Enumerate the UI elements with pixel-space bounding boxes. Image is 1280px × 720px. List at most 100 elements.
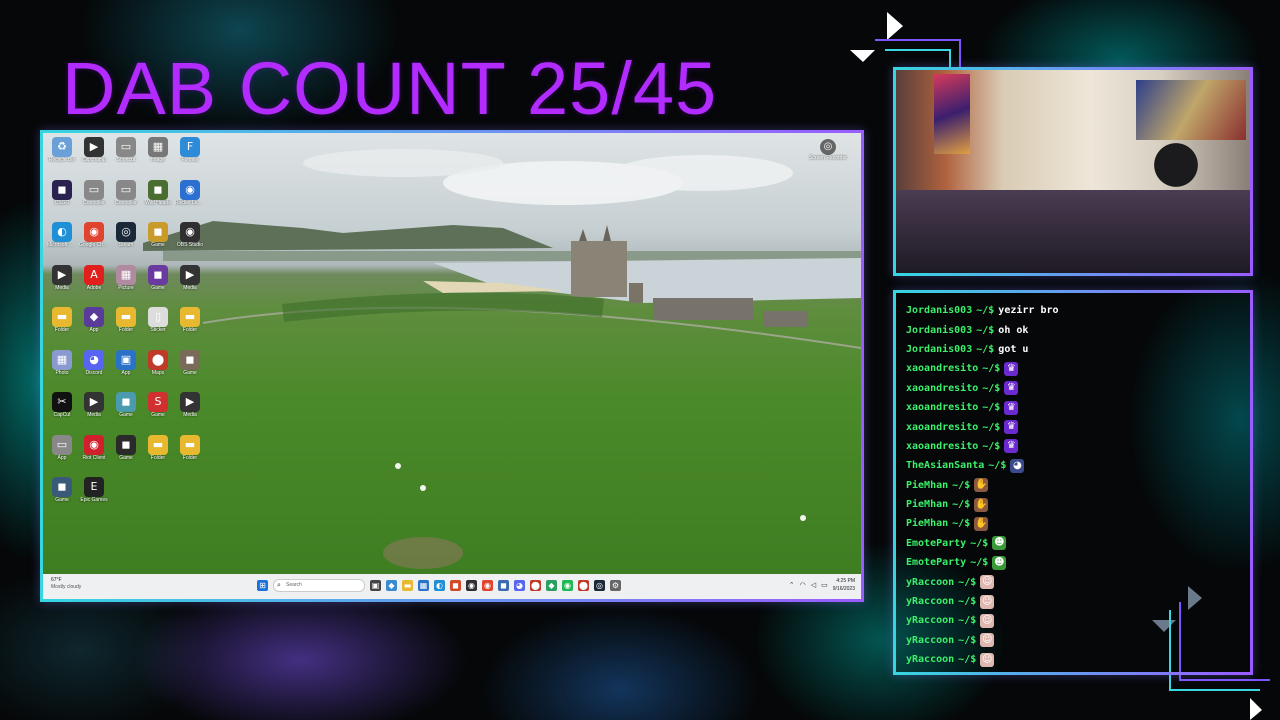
desktop-shortcut[interactable]: ♻ Recycle Bin <box>47 137 77 163</box>
store-icon[interactable]: ▦ <box>418 580 429 591</box>
shortcut-label: Media <box>183 412 197 418</box>
chat-username[interactable]: xaoandresito <box>906 383 978 394</box>
desktop-shortcut[interactable]: ▬ Folder <box>111 307 141 333</box>
chrome-icon[interactable]: ◉ <box>482 580 493 591</box>
chat-message: xaoandresito ~/$ ♛ <box>906 417 1236 436</box>
steam-icon[interactable]: ◎ <box>594 580 605 591</box>
chat-username[interactable]: xaoandresito <box>906 363 978 374</box>
desktop-icon-grid: ♻ Recycle Bin ▶ Clipchamp ▭ Shortcut ▦ Image F Fo… <box>47 137 207 567</box>
maps-icon[interactable]: ⬤ <box>578 580 589 591</box>
desktop-shortcut[interactable]: ◆ App <box>79 307 109 333</box>
desktop-shortcut[interactable]: ▬ Folder <box>47 307 77 333</box>
taskbar-search-box[interactable]: ⌕ Search <box>273 579 365 592</box>
desktop-shortcut[interactable]: ▭ Controller <box>79 179 109 206</box>
chat-username[interactable]: PieMhan <box>906 518 948 529</box>
file-explorer-icon[interactable]: ▬ <box>402 580 413 591</box>
windows-start-icon[interactable]: ⊞ <box>257 580 268 591</box>
desktop-shortcut[interactable]: ◼ Game <box>175 349 205 376</box>
chat-prompt: ~/$ <box>982 363 1001 375</box>
chat-message: yRaccoon ~/$ ☺ <box>906 631 1236 650</box>
desktop-shortcut[interactable]: ▬ Folder <box>175 307 205 333</box>
chat-prompt: ~/$ <box>970 557 989 569</box>
desktop-shortcut[interactable]: ◉Google Chrome <box>79 222 109 248</box>
desktop-shortcut[interactable]: ▶ Media <box>79 392 109 418</box>
desktop-shortcut[interactable]: ▣ App <box>111 349 141 376</box>
shortcut-label: Media <box>55 284 69 291</box>
chat-username[interactable]: yRaccoon <box>906 596 954 607</box>
desktop-shortcut[interactable]: ◉ OBS Studio <box>175 222 205 248</box>
desktop-shortcut[interactable]: ◼ Wild Hearts <box>143 179 173 206</box>
desktop-shortcut[interactable]: ◼ Game <box>111 392 141 418</box>
screen-recorder-shortcut[interactable]: ◎ Screen Recorder <box>805 139 851 161</box>
app-icon[interactable]: ◼ <box>498 580 509 591</box>
chat-username[interactable]: xaoandresito <box>906 422 978 433</box>
chat-username[interactable]: PieMhan <box>906 499 948 510</box>
desktop-shortcut[interactable]: F Fortnite <box>175 137 205 163</box>
chevron-up-icon[interactable]: ⌃ <box>789 581 795 589</box>
desktop-shortcut[interactable]: ◼ Game <box>143 222 173 248</box>
shortcut-label: Google Chrome <box>79 242 109 248</box>
chat-username[interactable]: TheAsianSanta <box>906 460 984 471</box>
image-icon: ▦ <box>52 349 72 370</box>
volume-icon[interactable]: ◁ <box>811 581 816 589</box>
desktop-shortcut[interactable]: ◎ Steam <box>111 222 141 248</box>
discord-icon[interactable]: ◕ <box>514 580 525 591</box>
obs-icon[interactable]: ◉ <box>466 580 477 591</box>
chat-username[interactable]: yRaccoon <box>906 615 954 626</box>
battery-icon[interactable]: ▭ <box>821 581 828 589</box>
desktop-shortcut[interactable]: ◼ CSGO <box>47 179 77 206</box>
desktop-shortcut[interactable]: ▶ Media <box>47 264 77 291</box>
chat-panel: Jordanis003 ~/$ yezirr bro Jordanis003 ~/$ oh… <box>893 290 1253 675</box>
app-icon[interactable]: ◼ <box>450 580 461 591</box>
desktop-shortcut[interactable]: ⬤ Maps <box>143 349 173 376</box>
edge-icon[interactable]: ◐ <box>434 580 445 591</box>
desktop-shortcut[interactable]: ▶ Media <box>175 392 205 418</box>
image-icon: ▦ <box>116 264 136 285</box>
chat-username[interactable]: yRaccoon <box>906 654 954 665</box>
desktop-shortcut[interactable]: ◼ Game <box>47 477 77 503</box>
settings-icon[interactable]: ⚙ <box>610 580 621 591</box>
desktop-shortcut[interactable]: ▬ Folder <box>143 434 173 461</box>
app-icon[interactable]: ◆ <box>546 580 557 591</box>
chat-username[interactable]: yRaccoon <box>906 635 954 646</box>
desktop-shortcut[interactable]: ▦ Image <box>143 137 173 163</box>
spotify-icon[interactable]: ◉ <box>562 580 573 591</box>
chat-username[interactable]: xaoandresito <box>906 441 978 452</box>
desktop-shortcut[interactable]: ▭ Shortcut <box>111 137 141 163</box>
weather-widget[interactable]: 67°F Mostly cloudy <box>51 577 111 591</box>
chat-text: yezirr bro <box>998 305 1059 317</box>
desktop-shortcut[interactable]: ◼ Game <box>111 434 141 461</box>
desktop-shortcut[interactable]: ▭ Controller <box>111 179 141 206</box>
desktop-shortcut[interactable]: ▬ Folder <box>175 434 205 461</box>
chat-username[interactable]: EmoteParty <box>906 557 966 568</box>
maps-icon[interactable]: ⬤ <box>530 580 541 591</box>
desktop-shortcut[interactable]: ◉ Riot Client <box>79 434 109 461</box>
desktop-shortcut[interactable]: ◕ Discord <box>79 349 109 376</box>
wifi-icon[interactable]: ◠ <box>800 581 806 589</box>
desktop-shortcut[interactable]: ◉Rocket League <box>175 179 205 206</box>
desktop-shortcut[interactable]: ▦ Photo <box>47 349 77 376</box>
desktop-shortcut[interactable]: ◼ Game <box>143 264 173 291</box>
taskbar-clock[interactable]: 4:25 PM 9/16/2023 <box>833 577 855 593</box>
desktop-shortcut[interactable]: ▭ App <box>47 434 77 461</box>
task-view-icon[interactable]: ▣ <box>370 580 381 591</box>
chat-username[interactable]: Jordanis003 <box>906 344 972 355</box>
desktop-shortcut[interactable]: A Adobe <box>79 264 109 291</box>
chat-username[interactable]: Jordanis003 <box>906 325 972 336</box>
desktop-shortcut[interactable]: ◐Microsoft Edge <box>47 222 77 248</box>
chat-username[interactable]: Jordanis003 <box>906 305 972 316</box>
desktop-shortcut[interactable]: ✂ CapCut <box>47 392 77 418</box>
chat-username[interactable]: EmoteParty <box>906 538 966 549</box>
desktop-shortcut[interactable]: ▯ Sticker <box>143 307 173 333</box>
desktop-shortcut[interactable]: ▶ Clipchamp <box>79 137 109 163</box>
desktop-shortcut[interactable]: ▦ Picture <box>111 264 141 291</box>
folder-icon: ▬ <box>52 307 72 327</box>
copilot-icon[interactable]: ◆ <box>386 580 397 591</box>
image-icon: ▦ <box>148 137 168 157</box>
chat-username[interactable]: PieMhan <box>906 480 948 491</box>
chat-username[interactable]: xaoandresito <box>906 402 978 413</box>
chat-username[interactable]: yRaccoon <box>906 577 954 588</box>
desktop-shortcut[interactable]: ▶ Media <box>175 264 205 291</box>
desktop-shortcut[interactable]: E Epic Games <box>79 477 109 503</box>
desktop-shortcut[interactable]: S Game <box>143 392 173 418</box>
